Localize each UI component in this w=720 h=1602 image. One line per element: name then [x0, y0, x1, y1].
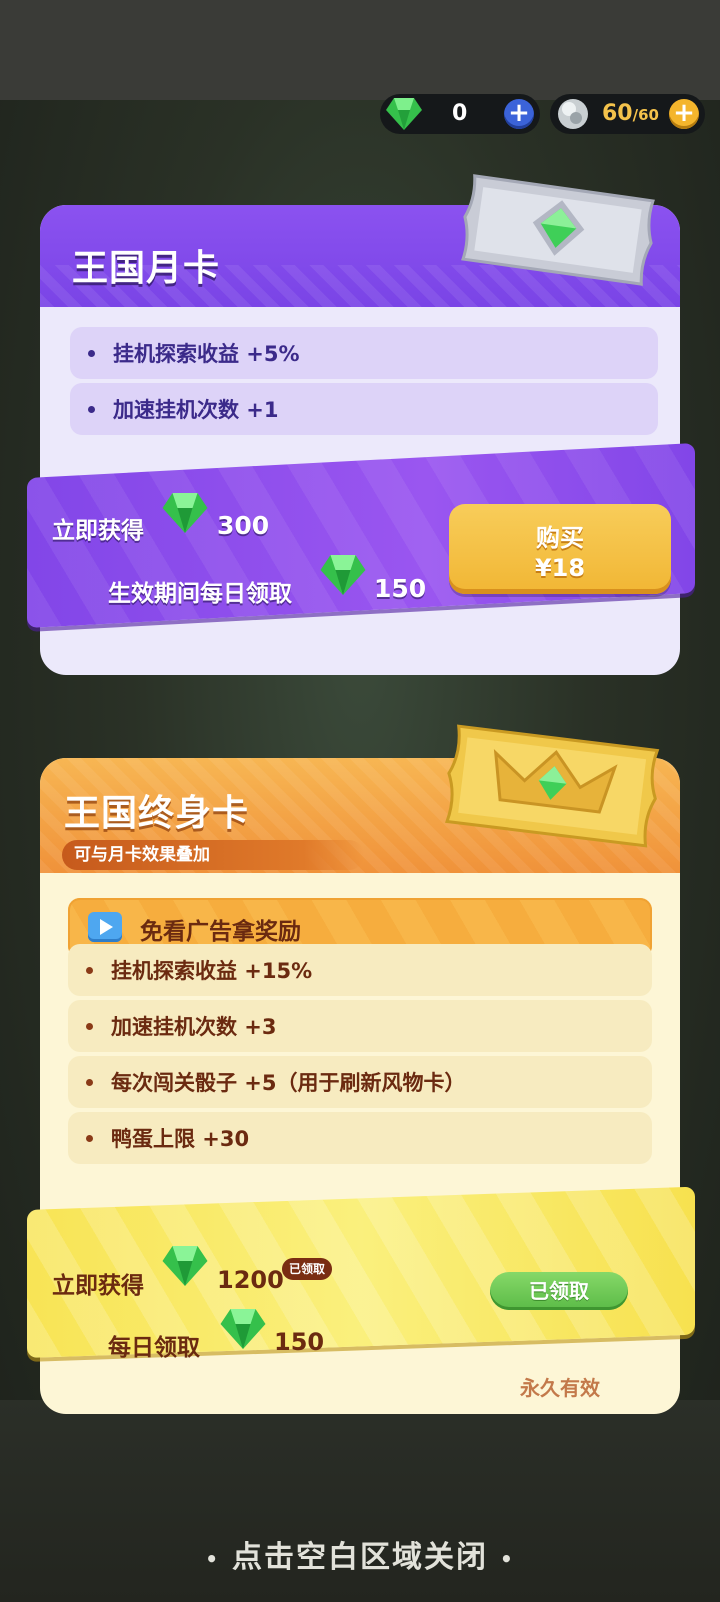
add-gems-button[interactable]: + — [504, 99, 534, 129]
gem-icon — [162, 493, 208, 533]
feature-text: 挂机探索收益 +5% — [113, 342, 300, 366]
close-hint-text: 点击空白区域关闭 — [232, 1540, 488, 1575]
close-hint[interactable]: • 点击空白区域关闭 • — [0, 1532, 720, 1576]
monthly-feature-2: 加速挂机次数 +1 — [70, 383, 658, 435]
energy-count: 60/60 — [602, 101, 659, 126]
monthly-instant-label: 立即获得 — [52, 518, 144, 544]
monthly-card-title: 王国月卡 — [72, 248, 221, 289]
video-play-icon — [88, 912, 122, 942]
silver-orb-icon — [558, 99, 588, 129]
gold-crown-ticket-icon — [444, 724, 660, 848]
energy-current: 60 — [602, 101, 633, 126]
ad-free-text: 免看广告拿奖励 — [140, 919, 301, 945]
monthly-daily-label: 生效期间每日领取 — [108, 581, 292, 607]
lifetime-feature-4: 鸭蛋上限 +30 — [68, 1112, 652, 1164]
gem-icon — [320, 555, 366, 595]
gem-icon — [220, 1309, 266, 1349]
monthly-feature-1: 挂机探索收益 +5% — [70, 327, 658, 379]
lifetime-feature-3: 每次闯关骰子 +5（用于刷新风物卡） — [68, 1056, 652, 1108]
lifetime-feature-1: 挂机探索收益 +15% — [68, 944, 652, 996]
lifetime-instant-label: 立即获得 — [52, 1273, 144, 1299]
claimed-button[interactable]: 已领取 — [490, 1272, 628, 1310]
lifetime-card-title: 王国终身卡 — [64, 793, 250, 834]
lifetime-daily-label: 每日领取 — [108, 1335, 200, 1361]
lifetime-instant-amount: 1200 — [217, 1266, 284, 1294]
silver-ticket-icon — [461, 174, 655, 286]
energy-counter: 60/60 + — [550, 94, 705, 134]
buy-monthly-card-button[interactable]: 购买 ¥18 — [449, 504, 671, 594]
gem-counter: 0 + — [380, 94, 540, 134]
gem-icon — [162, 1246, 208, 1286]
feature-text: 加速挂机次数 +1 — [113, 398, 279, 422]
add-energy-button[interactable]: + — [669, 99, 699, 129]
gem-count: 0 — [452, 101, 468, 126]
validity-text: 永久有效 — [520, 1376, 600, 1400]
feature-text: 挂机探索收益 +15% — [111, 959, 313, 983]
price-label: ¥18 — [534, 554, 586, 582]
monthly-daily-amount: 150 — [374, 574, 427, 603]
feature-text: 加速挂机次数 +3 — [111, 1015, 277, 1039]
buy-label: 购买 — [536, 524, 584, 552]
status-bar-area — [0, 0, 720, 100]
lifetime-daily-amount: 150 — [274, 1328, 325, 1356]
lifetime-card-subtitle: 可与月卡效果叠加 — [62, 840, 364, 870]
claimed-tag: 已领取 — [282, 1258, 333, 1280]
energy-max: /60 — [632, 106, 659, 124]
feature-text: 每次闯关骰子 +5（用于刷新风物卡） — [111, 1071, 466, 1095]
feature-text: 鸭蛋上限 +30 — [111, 1127, 250, 1151]
monthly-instant-amount: 300 — [217, 511, 270, 540]
lifetime-feature-2: 加速挂机次数 +3 — [68, 1000, 652, 1052]
gem-icon — [386, 98, 422, 130]
